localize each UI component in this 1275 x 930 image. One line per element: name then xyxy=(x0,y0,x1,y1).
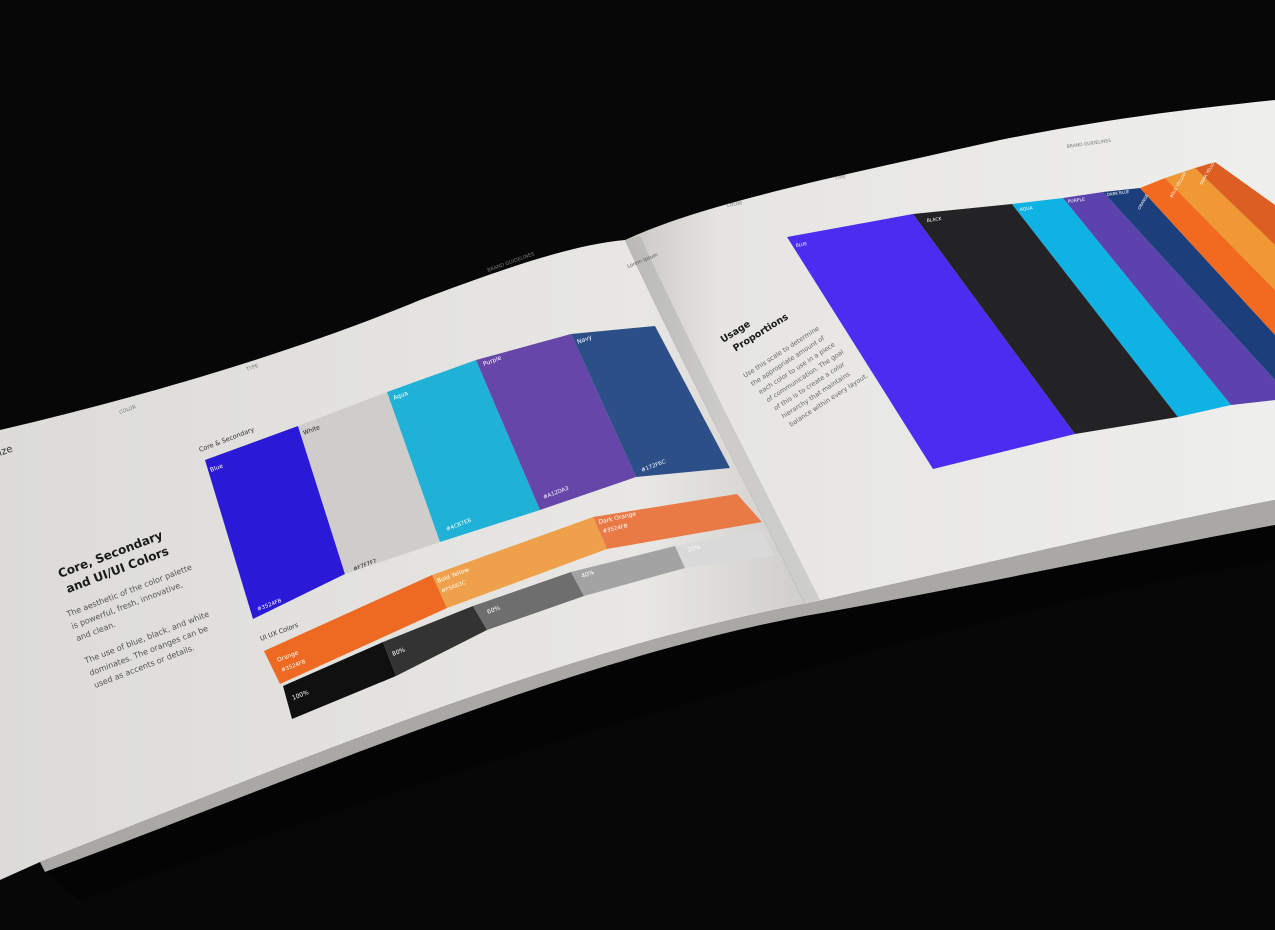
brochure-scene: BRAND GUIDELINES TYPE COLOR ize Core, Se… xyxy=(0,100,1275,900)
